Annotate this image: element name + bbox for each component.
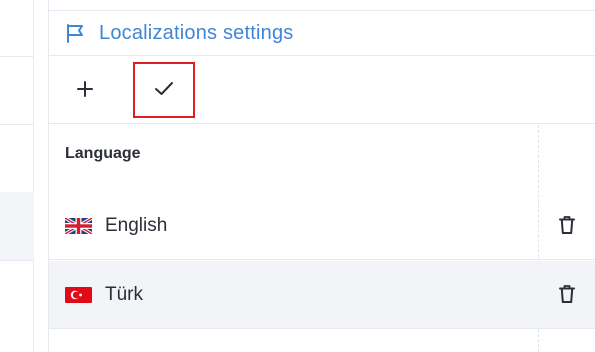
table-row[interactable]: Türk bbox=[49, 261, 595, 329]
save-button[interactable] bbox=[133, 62, 195, 118]
turkey-flag-icon bbox=[65, 287, 92, 303]
page: Localizations settings Language English … bbox=[0, 0, 595, 352]
language-label: Türk bbox=[105, 284, 143, 305]
trash-icon bbox=[558, 284, 576, 307]
uk-flag-icon bbox=[64, 216, 93, 236]
toolbar bbox=[49, 56, 595, 124]
language-label: English bbox=[105, 215, 168, 236]
flag-outline-icon bbox=[65, 22, 87, 44]
plus-icon bbox=[76, 80, 94, 101]
column-header-language: Language bbox=[65, 145, 141, 162]
panel-title: Localizations settings bbox=[99, 21, 294, 44]
add-button[interactable] bbox=[55, 62, 115, 118]
checkmark-icon bbox=[154, 81, 174, 100]
languages-table: Language English Türk bbox=[49, 125, 595, 352]
trash-icon bbox=[558, 215, 576, 238]
background-panel bbox=[0, 0, 34, 352]
table-header-row: Language bbox=[49, 125, 595, 187]
delete-button[interactable] bbox=[538, 275, 595, 315]
delete-button[interactable] bbox=[538, 206, 595, 246]
panel-header: Localizations settings bbox=[49, 10, 595, 56]
localizations-panel: Localizations settings Language English … bbox=[48, 0, 595, 352]
table-row[interactable]: English bbox=[49, 192, 595, 260]
